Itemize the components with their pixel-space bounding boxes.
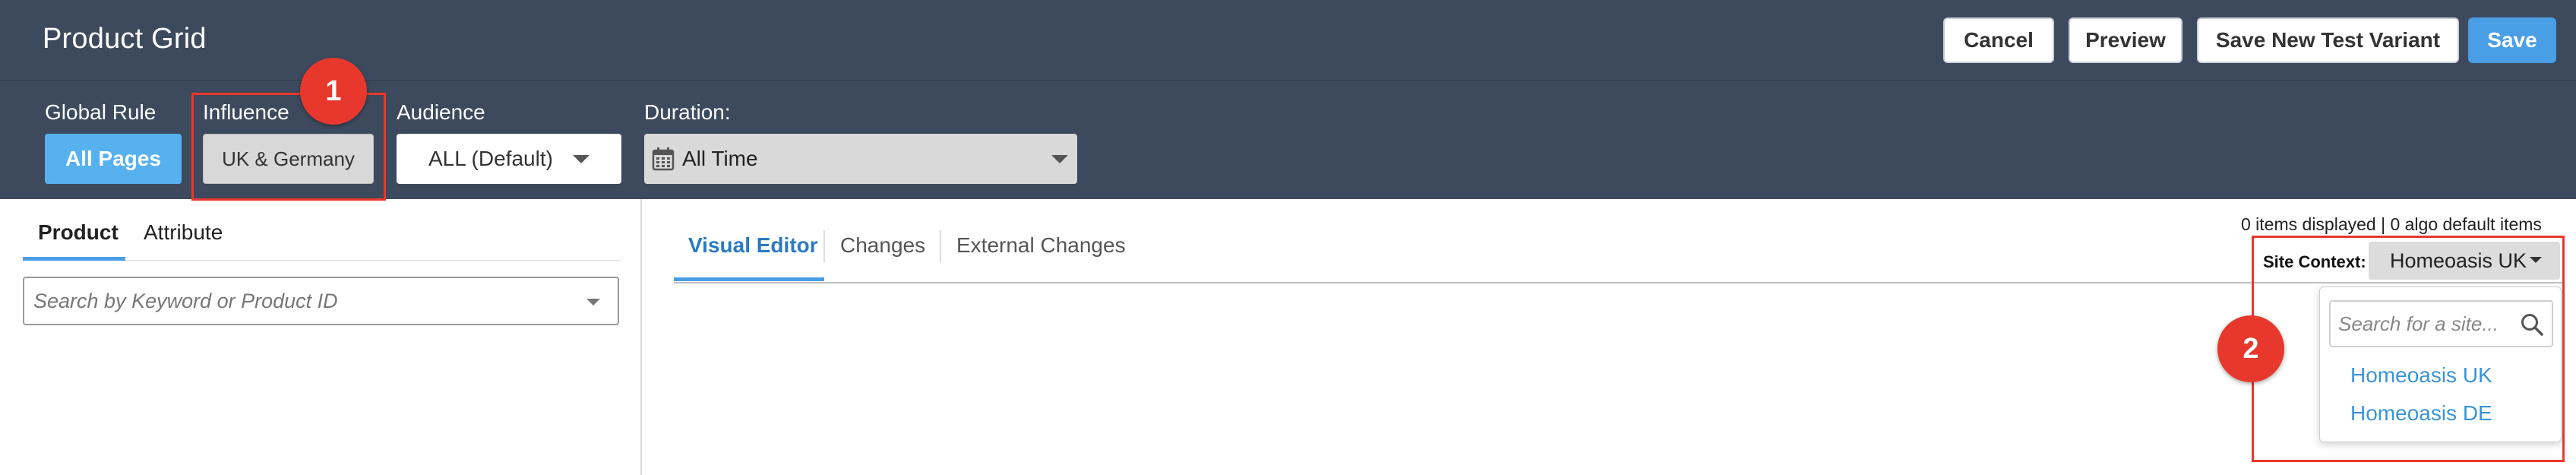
site-option-homeoasis-uk[interactable]: Homeoasis UK (2350, 363, 2492, 388)
caret-down-icon (1051, 155, 1068, 163)
site-search-input[interactable]: Search for a site... (2329, 300, 2553, 347)
global-rule-label: Global Rule (45, 100, 156, 124)
audience-select-value: ALL (Default) (428, 147, 553, 170)
top-header: Product Grid Cancel Preview Save New Tes… (0, 0, 2576, 81)
duration-select[interactable]: All Time (644, 134, 1077, 184)
tab-divider (674, 282, 2563, 283)
duration-label: Duration: (644, 100, 731, 124)
influence-button[interactable]: UK & Germany (203, 134, 374, 184)
tab-external-changes[interactable]: External Changes (956, 233, 1126, 258)
tab-changes[interactable]: Changes (840, 233, 925, 258)
search-icon (2521, 314, 2543, 336)
items-status-text: 0 items displayed | 0 algo default items (2241, 214, 2542, 234)
page-title: Product Grid (43, 23, 207, 55)
annotation-marker-2: 2 (2217, 315, 2284, 382)
caret-down-icon (2530, 257, 2542, 263)
calendar-icon (652, 147, 675, 171)
audience-label: Audience (397, 100, 485, 124)
annotation-marker-1: 1 (300, 58, 367, 125)
site-context-dropdown-button[interactable]: Homeoasis UK (2369, 242, 2560, 280)
influence-label: Influence (203, 100, 289, 124)
cancel-button[interactable]: Cancel (1943, 17, 2054, 63)
rule-settings-bar (0, 81, 2576, 199)
tab-separator (823, 230, 825, 262)
site-search-placeholder: Search for a site... (2338, 312, 2499, 335)
audience-select[interactable]: ALL (Default) (397, 134, 621, 184)
active-tab-indicator (674, 277, 824, 281)
all-pages-button[interactable]: All Pages (45, 134, 182, 184)
site-context-selected: Homeoasis UK (2390, 249, 2527, 272)
product-search-input[interactable]: Search by Keyword or Product ID (23, 277, 619, 325)
save-button[interactable]: Save (2468, 17, 2556, 63)
tab-visual-editor[interactable]: Visual Editor (688, 233, 818, 258)
tab-separator (940, 230, 941, 262)
product-search-placeholder: Search by Keyword or Product ID (33, 289, 338, 312)
tab-attribute[interactable]: Attribute (144, 220, 223, 245)
preview-button[interactable]: Preview (2069, 17, 2182, 63)
site-context-menu: Search for a site... Homeoasis UK Homeoa… (2319, 287, 2562, 442)
site-option-homeoasis-de[interactable]: Homeoasis DE (2350, 401, 2492, 426)
product-search-panel: Product Attribute Search by Keyword or P… (0, 199, 642, 475)
caret-down-icon (573, 155, 589, 163)
save-new-test-variant-button[interactable]: Save New Test Variant (2197, 17, 2459, 63)
caret-down-icon[interactable] (586, 299, 600, 306)
active-tab-indicator (23, 257, 125, 261)
site-context-label: Site Context: (2263, 252, 2366, 271)
tab-product[interactable]: Product (38, 220, 119, 245)
duration-select-value: All Time (682, 147, 758, 170)
